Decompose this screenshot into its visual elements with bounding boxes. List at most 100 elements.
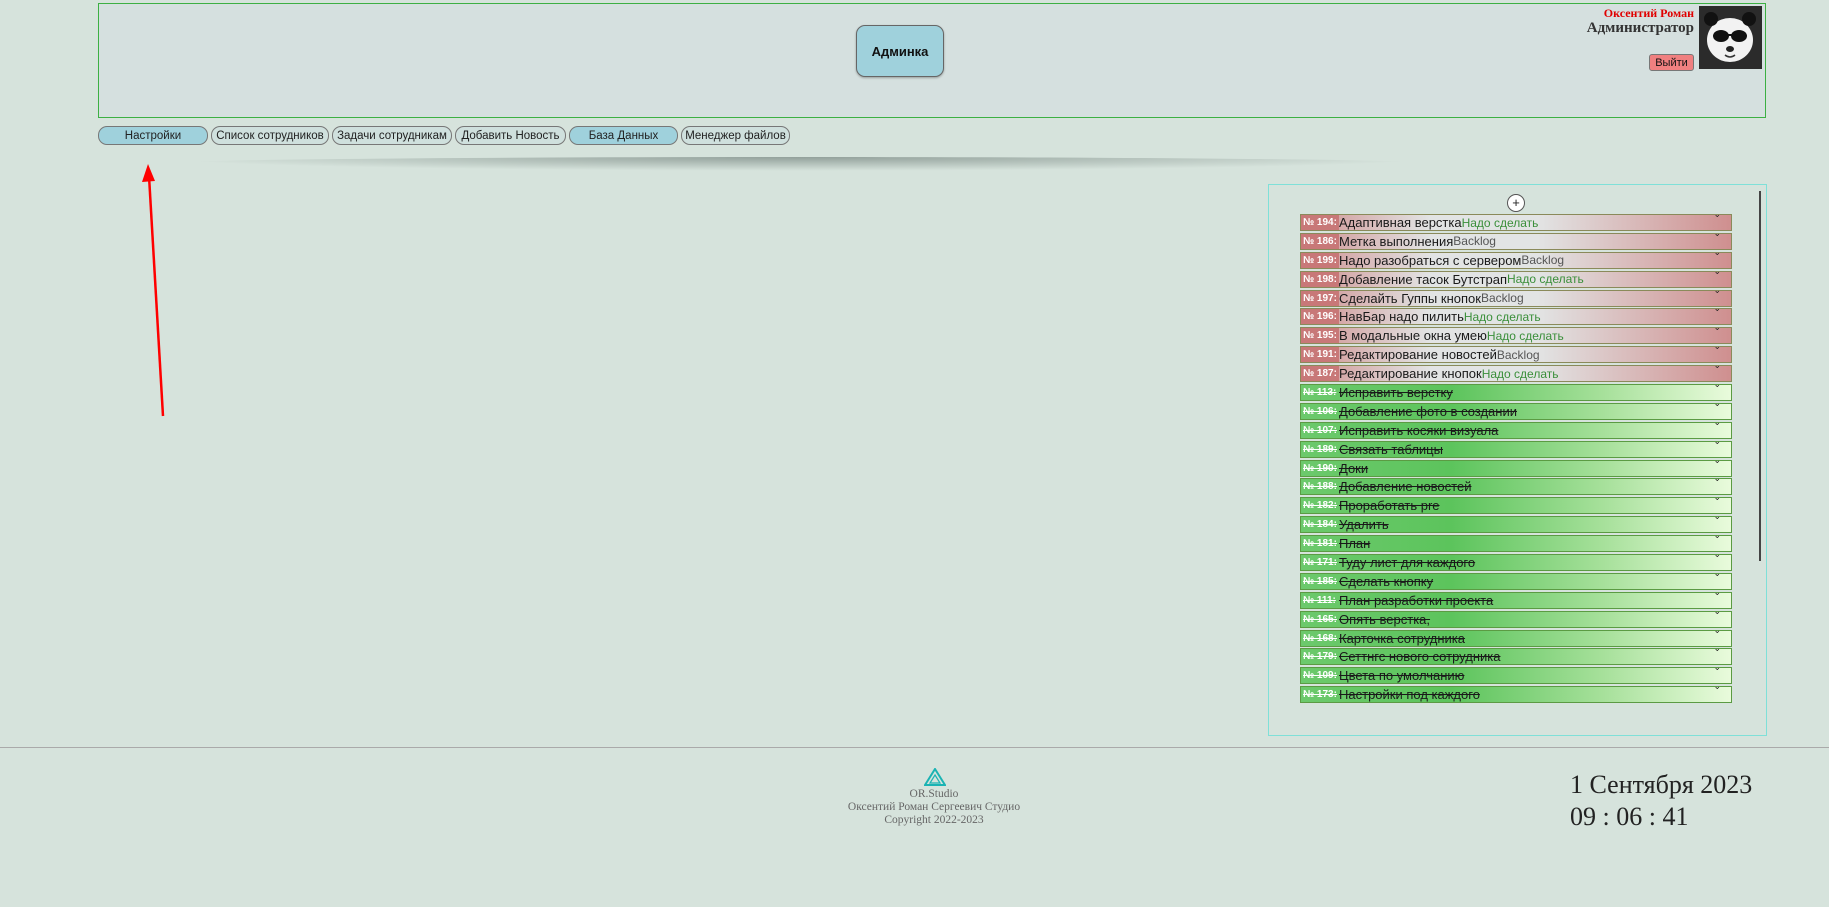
task-row[interactable]: № 199: Надо разобраться с сервером Backlog… [1300,251,1732,269]
chevron-down-icon[interactable]: ⌄ [1713,291,1721,296]
task-title: Карточка сотрудника [1339,630,1466,646]
chevron-down-icon[interactable]: ⌄ [1713,328,1721,333]
task-status: Backlog [1480,291,1524,306]
task-number: № 190: [1303,462,1337,474]
task-scrollbar[interactable] [1759,191,1761,561]
task-status: Надо сделать [1506,272,1584,287]
nav-employee-tasks[interactable]: Задачи сотрудникам [332,126,452,145]
chevron-down-icon[interactable]: ⌄ [1713,366,1721,371]
task-row[interactable]: № 197: Сделайть Гуппы кнопок Backlog ⌄ [1300,289,1732,307]
chevron-down-icon[interactable]: ⌄ [1713,423,1721,428]
task-row[interactable]: № 179: Сеттнгс нового сотрудника ⌄ [1300,648,1732,666]
task-row[interactable]: № 181: План ⌄ [1300,535,1732,553]
red-annotation-arrow-icon [142,164,165,417]
avatar [1699,6,1762,69]
task-row[interactable]: № 184: Удалить ⌄ [1300,516,1732,534]
task-number: № 197: [1301,290,1339,306]
chevron-down-icon[interactable]: ⌄ [1713,461,1721,466]
task-row[interactable]: № 182: Проработать pre ⌄ [1300,497,1732,515]
task-row[interactable]: № 173: Настройки под каждого ⌄ [1300,686,1732,704]
chevron-down-icon[interactable]: ⌄ [1713,385,1721,390]
admin-button[interactable]: Админка [856,25,944,77]
task-row[interactable]: № 187: Редактирование кнопок Надо сделать ⌄ [1300,365,1732,383]
panda-avatar-icon [1699,6,1762,69]
studio-logo-icon [924,768,946,786]
chevron-down-icon[interactable]: ⌄ [1713,668,1721,673]
nav-database[interactable]: База Данных [569,126,678,145]
task-number: № 182: [1303,500,1337,512]
task-number: № 198: [1301,271,1339,287]
task-row[interactable]: № 109: Цвета по умолчанию ⌄ [1300,667,1732,685]
task-title: План разработки проекта [1339,592,1494,608]
task-row[interactable]: № 185: Сделать кнопку ⌄ [1300,572,1732,590]
chevron-down-icon[interactable]: ⌄ [1713,574,1721,579]
chevron-down-icon[interactable]: ⌄ [1713,649,1721,654]
task-row[interactable]: № 107: Исправить косяки визуала ⌄ [1300,421,1732,439]
task-row[interactable]: № 171: Туду лист для каждого ⌄ [1300,554,1732,572]
task-title: Связать таблицы [1339,441,1443,457]
task-title: Сеттнгс нового сотрудника [1339,649,1501,665]
task-row[interactable]: № 113: Исправить верстку ⌄ [1300,384,1732,402]
chevron-down-icon[interactable]: ⌄ [1713,309,1721,314]
chevron-down-icon[interactable]: ⌄ [1713,517,1721,522]
task-row[interactable]: № 194: Адаптивная верстка Надо сделать ⌄ [1300,214,1732,231]
nav-file-manager[interactable]: Менеджер файлов [681,126,790,145]
chevron-down-icon[interactable]: ⌄ [1713,234,1721,239]
task-row[interactable]: № 195: В модальные окна умею Надо сделать ⌄ [1300,327,1732,345]
chevron-down-icon[interactable]: ⌄ [1713,404,1721,409]
chevron-down-icon[interactable]: ⌄ [1713,272,1721,277]
task-row[interactable]: № 189: Связать таблицы ⌄ [1300,440,1732,458]
task-row[interactable]: № 186: Метка выполнения Backlog ⌄ [1300,232,1732,250]
logout-button[interactable]: Выйти [1649,54,1694,71]
task-number: № 184: [1303,519,1337,531]
chevron-down-icon[interactable]: ⌄ [1713,479,1721,484]
chevron-down-icon[interactable]: ⌄ [1713,498,1721,503]
chevron-down-icon[interactable]: ⌄ [1713,215,1721,220]
chevron-down-icon[interactable]: ⌄ [1713,593,1721,598]
task-status: Надо сделать [1481,366,1559,381]
task-title: План [1339,536,1371,552]
task-row[interactable]: № 191: Редактирование новостей Backlog ⌄ [1300,346,1732,364]
user-name: Оксентий Роман [1603,6,1694,20]
chevron-down-icon[interactable]: ⌄ [1713,687,1721,692]
nav-shadow-divider [150,157,1450,171]
task-title: Редактирование новостей [1339,347,1497,363]
chevron-down-icon[interactable]: ⌄ [1713,631,1721,636]
task-status: Надо сделать [1486,328,1564,343]
task-number: № 191: [1301,347,1339,363]
chevron-down-icon[interactable]: ⌄ [1713,555,1721,560]
task-number: № 185: [1303,575,1337,587]
task-number: № 199: [1301,252,1339,268]
add-task-button[interactable]: + [1507,194,1525,212]
task-row[interactable]: № 106: Добавление фото в создании ⌄ [1300,402,1732,420]
nav-settings[interactable]: Настройки [98,126,208,145]
user-role: Администратор [1586,20,1694,36]
task-title: Добавление новостей [1339,479,1472,495]
chevron-down-icon[interactable]: ⌄ [1713,442,1721,447]
task-row[interactable]: № 165: Опять верстка, ⌄ [1300,610,1732,628]
chevron-down-icon[interactable]: ⌄ [1713,612,1721,617]
chevron-down-icon[interactable]: ⌄ [1713,253,1721,258]
task-title: Цвета по умолчанию [1339,668,1465,684]
task-number: № 113: [1303,387,1337,399]
task-number: № 173: [1303,689,1337,701]
task-number: № 165: [1303,613,1337,625]
task-row[interactable]: № 198: Добавление тасок Бутстрап Надо сдел… [1300,270,1732,288]
task-row[interactable]: № 168: Карточка сотрудника ⌄ [1300,629,1732,647]
task-number: № 189: [1303,443,1337,455]
task-title: Исправить верстку [1339,385,1453,401]
task-title: Сделайть Гуппы кнопок [1339,290,1481,306]
task-row[interactable]: № 188: Добавление новостей ⌄ [1300,478,1732,496]
task-row[interactable]: № 196: НавБар надо пилить Надо сделать ⌄ [1300,308,1732,326]
task-number: № 107: [1303,424,1337,436]
nav-employee-list[interactable]: Список сотрудников [211,126,329,145]
task-row[interactable]: № 111: План разработки проекта ⌄ [1300,591,1732,609]
task-title: Адаптивная верстка [1339,215,1462,230]
nav-add-news[interactable]: Добавить Новость [455,126,566,145]
chevron-down-icon[interactable]: ⌄ [1713,347,1721,352]
header: Админка Оксентий Роман Администратор Вый… [98,3,1766,118]
chevron-down-icon[interactable]: ⌄ [1713,536,1721,541]
footer-info: OR.Studio Оксентий Роман Сергеевич Студи… [834,788,1034,827]
task-number: № 181: [1303,538,1337,550]
task-row[interactable]: № 190: Доки ⌄ [1300,459,1732,477]
